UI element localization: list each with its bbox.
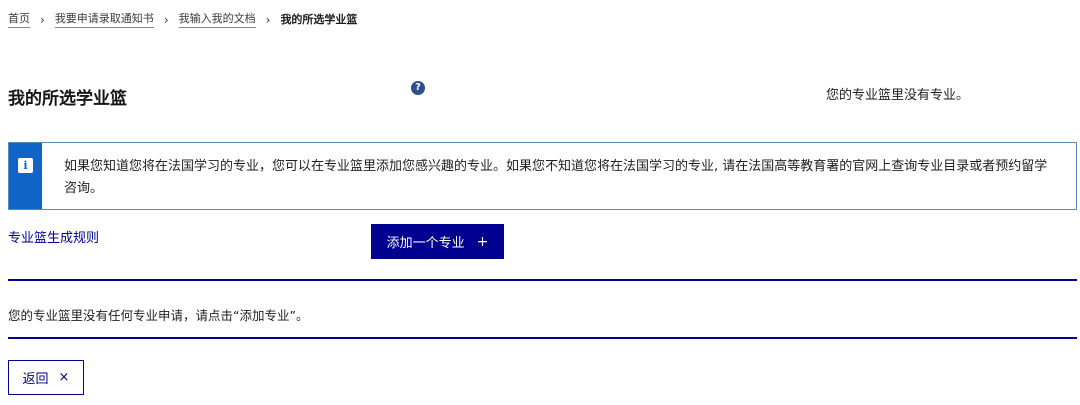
info-icon: i — [18, 158, 33, 173]
divider — [8, 279, 1077, 281]
close-icon: × — [58, 370, 70, 385]
basket-rules-link[interactable]: 专业篮生成规则 — [8, 227, 99, 246]
breadcrumb-apply-link[interactable]: 我要申请录取通知书 — [54, 11, 154, 28]
add-program-label: 添加一个专业 — [386, 236, 465, 251]
info-notice: i 如果您知道您将在法国学习的专业，您可以在专业篮里添加您感兴趣的专业。如果您不… — [8, 142, 1077, 210]
chevron-right-icon: › — [265, 12, 271, 27]
notice-sidebar: i — [9, 143, 42, 209]
breadcrumb-current: 我的所选学业篮 — [280, 12, 358, 26]
breadcrumb-home-link[interactable]: 首页 — [8, 11, 30, 28]
page-title: 我的所选学业篮 — [8, 89, 127, 109]
breadcrumb-documents-link[interactable]: 我输入我的文档 — [178, 11, 256, 28]
back-label: 返回 — [22, 372, 49, 387]
back-button[interactable]: 返回 × — [8, 360, 84, 395]
chevron-right-icon: › — [40, 12, 45, 27]
question-circle-icon[interactable]: ? — [411, 81, 425, 95]
basket-status-text: 您的专业篮里没有专业。 — [826, 88, 970, 103]
page: 首页 › 我要申请录取通知书 › 我输入我的文档 › 我的所选学业篮 我的所选学… — [0, 0, 1080, 405]
chevron-right-icon: › — [163, 12, 169, 27]
plus-icon: + — [476, 233, 489, 250]
add-program-button[interactable]: 添加一个专业 + — [371, 224, 504, 259]
empty-basket-message: 您的专业篮里没有任何专业申请，请点击“添加专业”。 — [8, 308, 309, 323]
notice-text: 如果您知道您将在法国学习的专业，您可以在专业篮里添加您感兴趣的专业。如果您不知道… — [64, 159, 1048, 196]
divider — [8, 337, 1077, 339]
breadcrumb: 首页 › 我要申请录取通知书 › 我输入我的文档 › 我的所选学业篮 — [8, 11, 357, 28]
